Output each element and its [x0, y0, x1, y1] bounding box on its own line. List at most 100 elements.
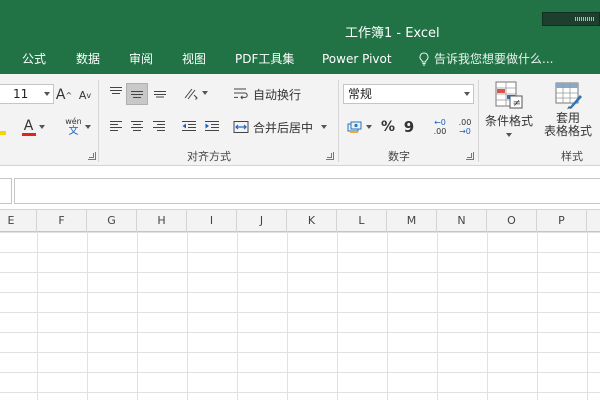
column-header[interactable]: I	[187, 210, 237, 232]
percent-label: %	[380, 119, 396, 135]
tab-review[interactable]: 审阅	[129, 44, 153, 74]
grid-line	[287, 232, 288, 400]
wrap-text-icon	[234, 88, 248, 100]
increase-decimal-label: .00	[433, 127, 447, 136]
decrease-decimal-label: .00	[458, 118, 472, 127]
grid-line	[237, 232, 238, 400]
font-color-button[interactable]: A	[16, 116, 50, 138]
merge-center-label: 合并后居中	[253, 120, 314, 135]
grid-line	[87, 232, 88, 400]
align-left-button[interactable]	[106, 116, 126, 136]
accounting-format-button[interactable]	[343, 116, 375, 138]
column-header[interactable]: E	[0, 210, 37, 232]
shrink-font-button[interactable]: Av	[76, 84, 94, 106]
decrease-indent-icon	[182, 121, 196, 131]
column-header[interactable]: G	[87, 210, 137, 232]
increase-decimal-button[interactable]: ←0 .00	[428, 114, 452, 140]
format-as-table-icon	[555, 82, 582, 109]
format-as-table-button[interactable]: 套用 表格格式	[536, 78, 600, 144]
group-separator	[338, 80, 339, 162]
highlight-color-button[interactable]	[0, 116, 8, 138]
grid-line	[37, 232, 38, 400]
ribbon: 11 A ^ Av A wén 文 自动换行 合并后居中 对齐方式 常规 % 9…	[0, 74, 600, 166]
tab-view[interactable]: 视图	[182, 44, 206, 74]
alignment-dialog-launcher[interactable]	[326, 152, 334, 160]
number-dialog-launcher[interactable]	[466, 152, 474, 160]
format-as-table-label-2: 表格格式	[543, 124, 592, 138]
chevron-down-icon	[321, 125, 328, 129]
merge-cells-icon	[233, 121, 249, 133]
column-header-row: E F G H I J K L M N O P	[0, 210, 600, 232]
tell-me-search[interactable]: 告诉我您想要做什么...	[418, 44, 553, 74]
grid-line	[337, 232, 338, 400]
formula-input[interactable]	[14, 178, 600, 204]
chevron-down-icon	[365, 125, 372, 129]
wrap-text-button[interactable]: 自动换行	[233, 83, 305, 105]
wrap-text-label: 自动换行	[253, 87, 302, 102]
tab-pdf-tools[interactable]: PDF工具集	[235, 44, 294, 74]
number-format-combo[interactable]: 常规	[343, 84, 474, 104]
font-dialog-launcher[interactable]	[88, 152, 96, 160]
chevron-down-icon	[44, 92, 50, 96]
chevron-down-icon	[38, 125, 45, 129]
grid-line	[487, 232, 488, 400]
conditional-formatting-icon: ≠	[495, 81, 523, 109]
percent-style-button[interactable]: %	[379, 116, 397, 138]
grow-font-label: A	[55, 87, 66, 103]
column-header[interactable]: K	[287, 210, 337, 232]
phonetic-bottom-label: 文	[68, 126, 79, 137]
tab-formulas[interactable]: 公式	[22, 44, 46, 74]
lightbulb-icon	[419, 52, 429, 66]
group-separator	[98, 80, 99, 162]
font-size-value: 11	[13, 87, 29, 101]
column-header[interactable]: F	[37, 210, 87, 232]
styles-group-label: 样式	[561, 150, 583, 163]
column-header[interactable]: O	[487, 210, 537, 232]
chevron-down-icon	[201, 91, 208, 95]
grid-line	[537, 232, 538, 400]
window-control[interactable]	[542, 12, 600, 26]
decrease-indent-button[interactable]	[178, 116, 200, 136]
font-size-combo[interactable]: 11	[0, 84, 54, 104]
number-group-label: 数字	[388, 150, 410, 163]
tell-me-placeholder: 告诉我您想要做什么...	[434, 52, 554, 66]
grid-line	[387, 232, 388, 400]
column-header[interactable]: M	[387, 210, 437, 232]
tab-power-pivot[interactable]: Power Pivot	[322, 44, 392, 74]
align-right-icon	[153, 121, 165, 131]
comma-label: 9	[403, 118, 415, 136]
grid-line	[137, 232, 138, 400]
decrease-decimal-button[interactable]: .00 →0	[454, 114, 476, 140]
font-color-label: A	[23, 118, 34, 134]
increase-indent-button[interactable]	[201, 116, 223, 136]
orientation-button[interactable]	[180, 82, 210, 104]
chevron-down-icon	[84, 125, 91, 129]
align-top-icon	[110, 87, 122, 94]
shrink-font-label: A	[78, 88, 87, 102]
align-middle-button[interactable]	[126, 83, 148, 105]
align-left-icon	[110, 121, 122, 131]
grow-font-button[interactable]: A ^	[55, 84, 73, 106]
increase-indent-icon	[205, 121, 219, 131]
column-header[interactable]: N	[437, 210, 487, 232]
grid-line	[587, 232, 588, 400]
align-right-button[interactable]	[149, 116, 169, 136]
chevron-down-icon	[506, 133, 512, 137]
align-bottom-button[interactable]	[150, 82, 170, 102]
merge-center-button[interactable]: 合并后居中	[233, 116, 333, 138]
font-color-swatch	[21, 133, 36, 136]
column-header[interactable]: P	[537, 210, 587, 232]
column-header[interactable]: J	[237, 210, 287, 232]
conditional-formatting-button[interactable]: ≠ 条件格式	[482, 78, 536, 144]
column-header[interactable]: H	[137, 210, 187, 232]
number-format-value: 常规	[348, 87, 373, 101]
phonetic-guide-button[interactable]: wén 文	[62, 114, 94, 140]
highlight-swatch	[0, 131, 6, 135]
align-center-button[interactable]	[127, 116, 147, 136]
cell-grid[interactable]	[0, 232, 600, 400]
comma-style-button[interactable]: 9	[401, 116, 417, 138]
column-header[interactable]: L	[337, 210, 387, 232]
tab-data[interactable]: 数据	[76, 44, 100, 74]
align-top-button[interactable]	[106, 82, 126, 102]
name-box[interactable]	[0, 178, 12, 204]
